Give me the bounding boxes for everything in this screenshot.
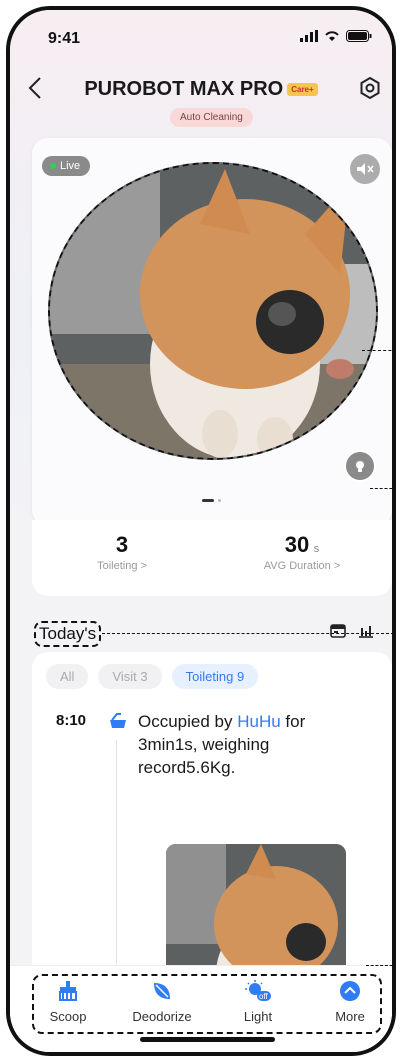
wifi-icon bbox=[325, 31, 339, 41]
live-dot-icon bbox=[50, 163, 56, 169]
more-button[interactable]: More bbox=[310, 980, 390, 1024]
today-heading: Today's bbox=[34, 621, 102, 647]
speaker-muted-icon bbox=[357, 163, 374, 175]
avg-duration-label: AVG Duration > bbox=[263, 560, 341, 572]
toileting-stat[interactable]: 3 Toileting > bbox=[42, 532, 202, 572]
avg-duration-value: 30 bbox=[284, 532, 310, 557]
deodorize-label: Deodorize bbox=[132, 1009, 192, 1024]
callout-line bbox=[370, 488, 392, 489]
live-badge: Live bbox=[42, 156, 91, 176]
pager-dot-active bbox=[202, 499, 214, 502]
avg-duration-stat[interactable]: 30 s AVG Duration > bbox=[222, 532, 382, 572]
toileting-label: Toileting > bbox=[97, 560, 147, 572]
event-time: 8:10 bbox=[56, 712, 87, 729]
filter-tabs: All Visit 3 Toileting 9 bbox=[46, 664, 259, 689]
live-label: Live bbox=[60, 160, 81, 172]
chevron-up-icon bbox=[340, 981, 360, 1001]
home-indicator bbox=[140, 1037, 275, 1042]
event-description: Occupied by HuHu for 3min1s, weighing re… bbox=[138, 712, 306, 777]
today-tools bbox=[330, 622, 374, 638]
settings-button[interactable] bbox=[358, 76, 382, 105]
stats-panel: 3 Toileting > 30 s AVG Duration > bbox=[32, 520, 392, 596]
svg-text:off: off bbox=[259, 992, 269, 1001]
callout-line bbox=[366, 965, 392, 966]
deodorize-button[interactable]: Deodorize bbox=[122, 980, 202, 1024]
scoop-button[interactable]: Scoop bbox=[28, 980, 108, 1024]
device-name: PUROBOT MAX PRO bbox=[84, 78, 284, 100]
avg-duration-unit: s bbox=[313, 543, 320, 555]
leaf-icon bbox=[154, 983, 170, 999]
light-off-icon: off bbox=[245, 980, 271, 1001]
filter-visit[interactable]: Visit 3 bbox=[98, 664, 162, 689]
battery-icon bbox=[346, 30, 372, 42]
toileting-count: 3 bbox=[115, 532, 129, 557]
settings-icon bbox=[360, 76, 380, 100]
callout-line bbox=[362, 350, 392, 351]
filter-all[interactable]: All bbox=[46, 664, 89, 689]
scoop-label: Scoop bbox=[49, 1009, 87, 1024]
light-label: Light bbox=[243, 1009, 273, 1024]
signal-icon bbox=[300, 30, 318, 42]
phone-frame: 9:41 PUROBOT MAX PROCare+ Auto Cleaning bbox=[6, 6, 396, 1056]
status-icons bbox=[300, 30, 372, 42]
mute-button[interactable] bbox=[350, 154, 380, 184]
light-button[interactable]: off Light bbox=[218, 980, 298, 1024]
cat-camera-image bbox=[50, 164, 376, 458]
bulb-icon bbox=[356, 461, 364, 472]
calendar-icon[interactable] bbox=[330, 622, 346, 638]
camera-pager bbox=[202, 499, 221, 502]
bottom-nav: Scoop Deodorize off Light More bbox=[10, 965, 392, 1052]
status-bar: 9:41 bbox=[10, 10, 392, 54]
bar-chart-icon[interactable] bbox=[358, 622, 374, 638]
pager-dot bbox=[218, 499, 221, 502]
status-time: 9:41 bbox=[48, 30, 81, 47]
camera-light-button[interactable] bbox=[344, 450, 376, 482]
scoop-icon bbox=[59, 981, 77, 1001]
filter-toileting[interactable]: Toileting 9 bbox=[171, 664, 259, 689]
camera-card: Live bbox=[32, 138, 392, 526]
litter-box-icon bbox=[108, 712, 128, 735]
page-title: PUROBOT MAX PRO Care+ bbox=[10, 78, 392, 101]
callout-line bbox=[102, 633, 392, 634]
device-status-chip: Auto Cleaning bbox=[170, 108, 253, 127]
more-label: More bbox=[335, 1009, 365, 1024]
cat-name-link[interactable]: HuHu bbox=[237, 712, 280, 731]
camera-feed[interactable] bbox=[48, 162, 378, 460]
care-plus-badge: Care+ bbox=[287, 83, 318, 97]
